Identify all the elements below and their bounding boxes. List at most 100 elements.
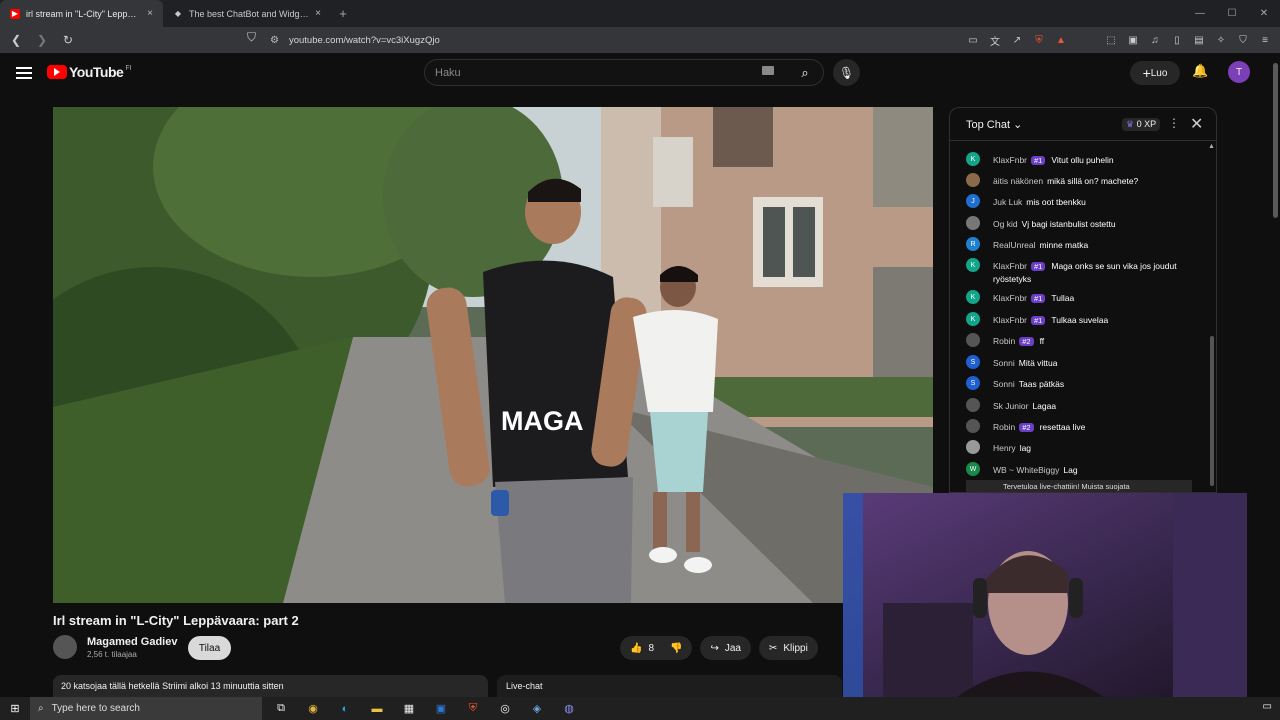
channel-avatar[interactable]	[53, 635, 77, 659]
chat-avatar[interactable]: K	[966, 258, 980, 272]
avatar[interactable]: T	[1228, 61, 1250, 83]
file-explorer-icon[interactable]: ▬	[366, 697, 388, 720]
taskbar-search-input[interactable]: ⌕ Type here to search	[30, 697, 262, 720]
chat-author[interactable]: Robin	[993, 336, 1015, 346]
top-chat-selector[interactable]: Top Chat ⌄	[966, 118, 1022, 131]
like-dislike-button[interactable]: 👍 8 👎	[620, 636, 693, 660]
windows-start-icon[interactable]: ⊞	[0, 697, 30, 720]
page-scrollbar[interactable]	[1271, 53, 1280, 700]
extensions-icon[interactable]: ⬚	[1104, 31, 1118, 49]
chat-avatar[interactable]: W	[966, 462, 980, 476]
livechat-bar[interactable]: Live-chat	[497, 675, 842, 697]
description-box[interactable]: 20 katsojaa tällä hetkellä Striimi alkoi…	[53, 675, 488, 697]
chat-author[interactable]: Robin	[993, 422, 1015, 432]
channel-name[interactable]: Magamed Gadiev	[87, 636, 177, 648]
music-icon[interactable]: ♫	[1148, 31, 1162, 49]
thumbs-up-icon[interactable]: 👍	[630, 643, 642, 654]
create-button[interactable]: + Luo	[1130, 61, 1180, 85]
chat-avatar[interactable]	[966, 173, 980, 187]
youtube-logo[interactable]: YouTube FI	[47, 64, 132, 80]
sidebar-icon[interactable]: ▯	[1170, 31, 1184, 49]
chat-author[interactable]: KlaxFnbr	[993, 261, 1027, 271]
hamburger-menu-icon[interactable]	[16, 67, 32, 79]
close-chat-icon[interactable]: ✕	[1190, 114, 1203, 134]
share-button[interactable]: ↪ Jaa	[700, 636, 751, 660]
chrome-icon[interactable]: ◉	[302, 697, 324, 720]
description-summary: 20 katsojaa tällä hetkellä Striimi alkoi…	[61, 681, 284, 691]
chat-author[interactable]: Sonni	[993, 358, 1015, 368]
chat-author[interactable]: WB ~ WhiteBiggy	[993, 465, 1059, 475]
chat-author[interactable]: Sk Junior	[993, 401, 1028, 411]
cast-icon[interactable]: ▭	[966, 31, 980, 49]
back-icon[interactable]: ❮	[6, 30, 26, 50]
video-player[interactable]: MAGA	[53, 107, 933, 603]
close-icon[interactable]: ×	[147, 8, 153, 19]
chat-avatar[interactable]: J	[966, 194, 980, 208]
screenshot-icon[interactable]: ▣	[1126, 31, 1140, 49]
chat-author[interactable]: KlaxFnbr	[993, 293, 1027, 303]
scroll-up-icon[interactable]: ▲	[1208, 143, 1215, 150]
chat-avatar[interactable]	[966, 398, 980, 412]
tab-chatbot[interactable]: ◆ The best ChatBot and Widgets for K ×	[163, 0, 331, 27]
minimize-icon[interactable]: —	[1184, 0, 1216, 27]
clip-button[interactable]: ✂ Klippi	[758, 636, 818, 660]
chat-author[interactable]: Henry	[993, 443, 1016, 453]
share-icon[interactable]: ↗	[1010, 31, 1024, 49]
search-icon[interactable]: ⌕	[786, 59, 824, 86]
brave-icon[interactable]: ⛨	[462, 697, 484, 720]
chat-author[interactable]: RealUnreal	[993, 240, 1036, 250]
chat-text: Lagaa	[1032, 401, 1057, 411]
keyboard-icon[interactable]	[762, 66, 774, 75]
bookmark-icon[interactable]: ⛉	[247, 30, 256, 45]
chat-avatar[interactable]: K	[966, 312, 980, 326]
maximize-icon[interactable]: ☐	[1216, 0, 1248, 27]
xp-badge[interactable]: ♛ 0 XP	[1122, 118, 1161, 131]
subscribe-button[interactable]: Tilaa	[188, 636, 231, 660]
forward-icon[interactable]: ❯	[32, 30, 52, 50]
chat-avatar[interactable]	[966, 419, 980, 433]
chat-avatar[interactable]: S	[966, 355, 980, 369]
rewards-icon[interactable]: ▲	[1054, 31, 1068, 49]
chat-avatar[interactable]: K	[966, 290, 980, 304]
wallet-icon[interactable]: ▤	[1192, 31, 1206, 49]
thumbs-down-icon[interactable]: 👎	[670, 643, 682, 654]
steam-icon[interactable]: ◈	[526, 697, 548, 720]
store-icon[interactable]: ▦	[398, 697, 420, 720]
address-bar[interactable]: ⚙ youtube.com/watch?v=vc3iXugzQjo	[270, 31, 870, 49]
chat-author[interactable]: äitis näkönen	[993, 176, 1043, 186]
site-settings-icon[interactable]: ⚙	[270, 35, 279, 46]
page-scrollbar-thumb[interactable]	[1273, 63, 1278, 218]
close-icon[interactable]: ×	[315, 8, 321, 19]
chat-author[interactable]: KlaxFnbr	[993, 155, 1027, 165]
chat-scrollbar[interactable]	[1210, 336, 1214, 486]
new-tab-button[interactable]: +	[331, 0, 355, 27]
chat-avatar[interactable]	[966, 216, 980, 230]
chat-author[interactable]: KlaxFnbr	[993, 315, 1027, 325]
menu-icon[interactable]: ≡	[1258, 31, 1272, 49]
chat-author[interactable]: Og kid	[993, 219, 1018, 229]
translate-icon[interactable]: 文	[988, 31, 1002, 49]
vpn-icon[interactable]: ⛉	[1236, 31, 1250, 49]
chat-avatar[interactable]: S	[966, 376, 980, 390]
obs-icon[interactable]: ◎	[494, 697, 516, 720]
rank-badge: #2	[1019, 337, 1034, 346]
chat-avatar[interactable]	[966, 333, 980, 347]
chat-author[interactable]: Juk Luk	[993, 197, 1022, 207]
notifications-icon[interactable]: ▭	[1263, 701, 1272, 712]
outlook-icon[interactable]: ▣	[430, 697, 452, 720]
chat-avatar[interactable]: R	[966, 237, 980, 251]
chat-avatar[interactable]	[966, 440, 980, 454]
reload-icon[interactable]: ↻	[58, 30, 78, 50]
discord-icon[interactable]: ◍	[558, 697, 580, 720]
close-window-icon[interactable]: ✕	[1248, 0, 1280, 27]
tab-youtube[interactable]: ▶ irl stream in "L-City" Leppävaara: ×	[0, 0, 163, 27]
mic-icon[interactable]: 🎙	[833, 59, 860, 86]
task-view-icon[interactable]: ⧉	[270, 697, 292, 720]
notifications-bell-icon[interactable]: 🔔	[1192, 63, 1208, 79]
chat-avatar[interactable]: K	[966, 152, 980, 166]
leo-icon[interactable]: ✧	[1214, 31, 1228, 49]
edge-icon[interactable]: ◐	[334, 697, 356, 720]
brave-shield-icon[interactable]: ⛨	[1032, 31, 1046, 49]
chat-author[interactable]: Sonni	[993, 379, 1015, 389]
more-options-icon[interactable]: ⋮	[1168, 116, 1180, 130]
